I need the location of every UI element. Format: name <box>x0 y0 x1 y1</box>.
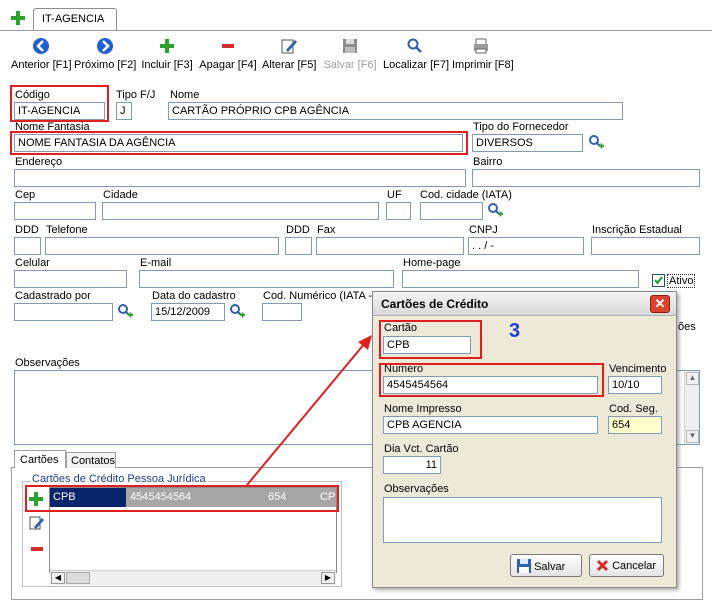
dlg-vencimento-label: Vencimento <box>609 363 667 375</box>
close-icon[interactable]: ✕ <box>650 295 670 313</box>
dialog-title: Cartões de Crédito <box>381 297 489 311</box>
credit-card-dialog: Cartões de Crédito ✕ Cartão CPB 3 Numero… <box>372 291 677 588</box>
dlg-cod-seg-field[interactable]: 654 <box>608 416 662 434</box>
annotation-number: 3 <box>509 320 521 342</box>
dlg-cancel-button[interactable]: Cancelar <box>589 554 664 577</box>
dlg-dia-vct-field[interactable]: 11 <box>383 456 441 474</box>
cancel-x-icon <box>596 559 609 572</box>
dlg-numero-highlight <box>379 363 604 397</box>
dialog-titlebar: Cartões de Crédito ✕ <box>373 292 676 316</box>
dlg-cod-seg-label: Cod. Seg. <box>609 403 658 415</box>
dlg-save-label: Salvar <box>534 561 566 573</box>
dlg-save-button[interactable]: Salvar <box>510 554 582 577</box>
dlg-nome-impresso-field[interactable]: CPB AGENCIA <box>383 416 598 434</box>
dlg-cartao-highlight <box>379 320 482 359</box>
dlg-nome-impresso-label: Nome Impresso <box>384 403 462 415</box>
dlg-observacoes-textarea[interactable] <box>383 497 662 543</box>
dlg-cancel-label: Cancelar <box>612 560 657 572</box>
dlg-dia-vct-label: Dia Vct. Cartão <box>384 443 459 455</box>
dlg-vencimento-field[interactable]: 10/10 <box>608 376 662 394</box>
dlg-observacoes-label: Observações <box>384 483 449 495</box>
floppy-disk-icon <box>517 559 531 573</box>
